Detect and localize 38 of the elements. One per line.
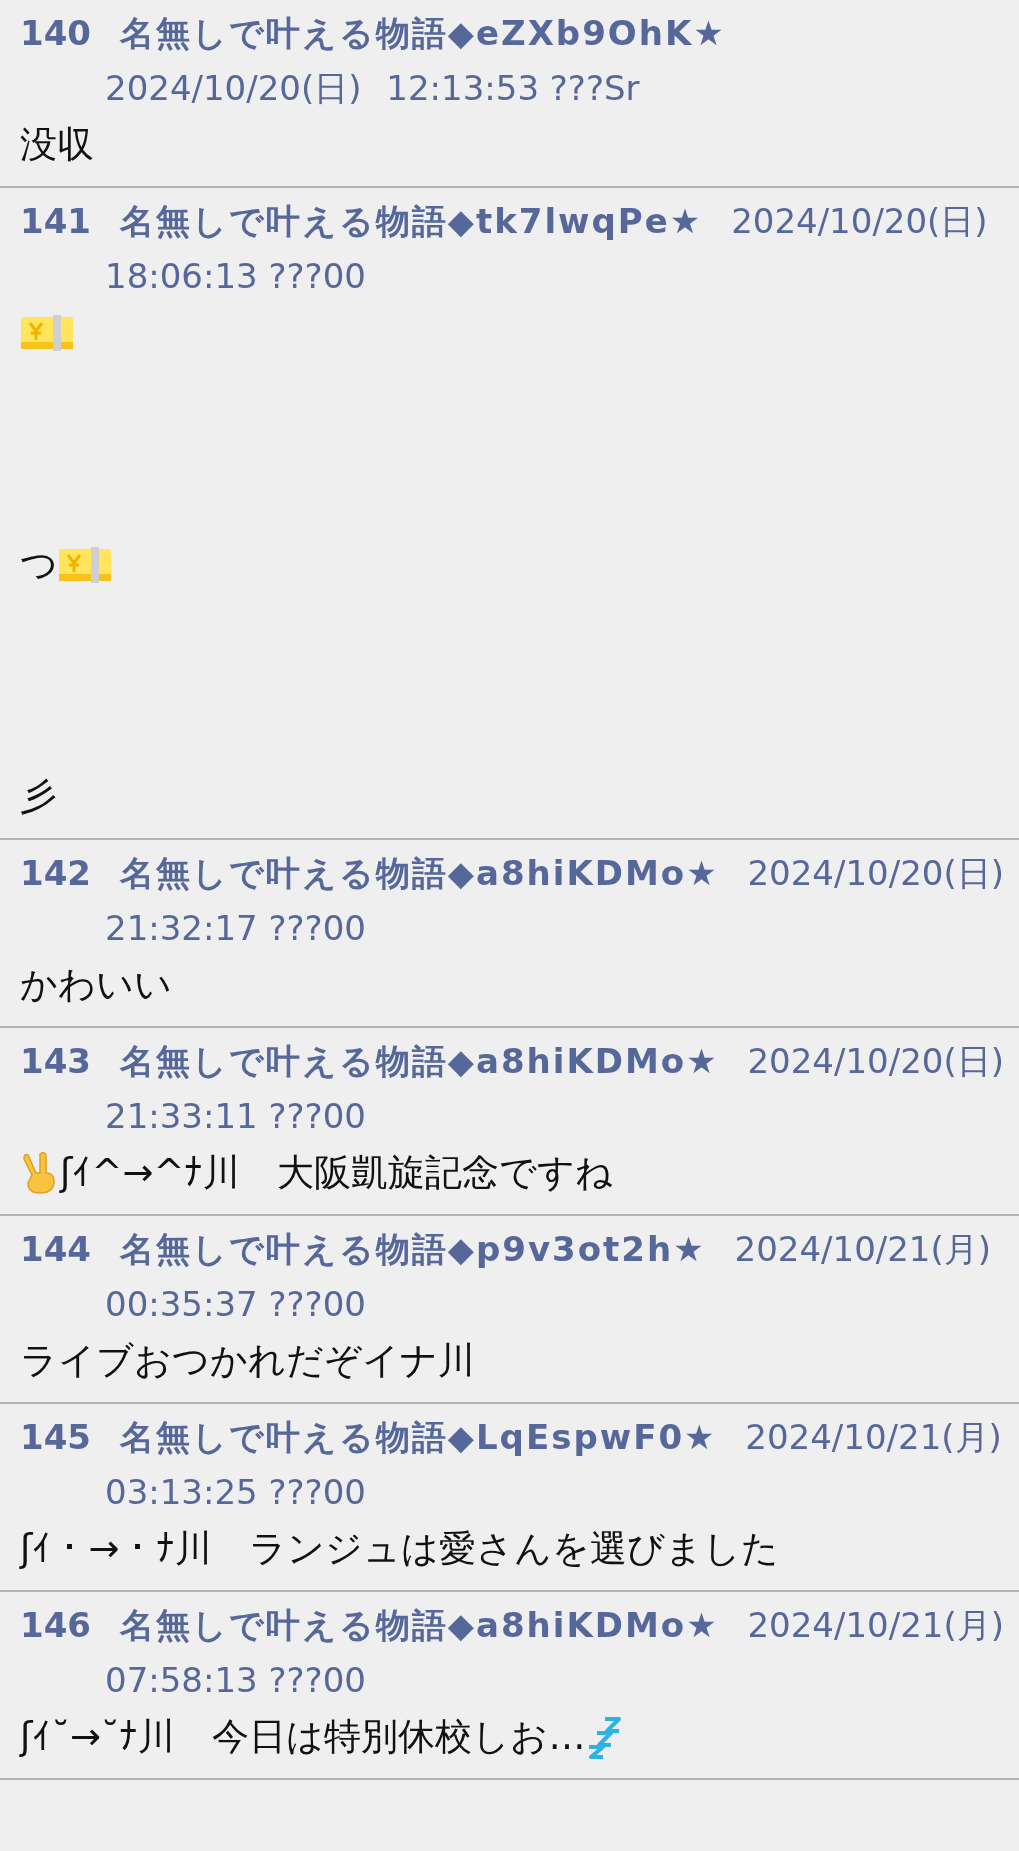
- post-text: 没収: [20, 122, 94, 168]
- post-number: 143: [20, 1041, 91, 1081]
- poster-name: 名無しで叶える物語◆tk7lwqPe★: [119, 201, 703, 241]
- post-text: 彡: [20, 774, 57, 820]
- post-number: 144: [20, 1229, 91, 1269]
- post-number: 142: [20, 853, 91, 893]
- post-number: 145: [20, 1417, 91, 1457]
- post-number: 146: [20, 1605, 91, 1645]
- post-time: 12:13:53 ???Sr: [386, 68, 640, 108]
- poster-name: 名無しで叶える物語◆eZXb9OhK★: [119, 13, 726, 53]
- post-text: ライブおつかれだぞイナ川: [20, 1338, 475, 1384]
- banknote-icon: [58, 545, 112, 585]
- post-date: 2024/10/21(月): [747, 1605, 1004, 1645]
- poster-name: 名無しで叶える物語◆p9v3ot2h★: [119, 1229, 706, 1269]
- post-time: 07:58:13 ???00: [105, 1660, 366, 1700]
- post-text: かわいい: [20, 962, 172, 1008]
- post-text: ʃｲ˘→˘ﾅ川 今日は特別休校しお…: [20, 1714, 586, 1760]
- post-time: 21:33:11 ???00: [105, 1096, 366, 1136]
- poster-name: 名無しで叶える物語◆a8hiKDMo★: [119, 1605, 719, 1645]
- post-date: 2024/10/21(月): [734, 1229, 992, 1269]
- post-date: 2024/10/20(日): [747, 1041, 1004, 1081]
- post-date: 2024/10/20(日): [731, 201, 988, 241]
- post-text: つ: [20, 542, 58, 588]
- poster-name: 名無しで叶える物語◆LqEspwF0★: [119, 1417, 717, 1457]
- post-number: 140: [20, 13, 91, 53]
- post-date: 2024/10/20(日): [105, 68, 362, 108]
- poster-name: 名無しで叶える物語◆a8hiKDMo★: [119, 853, 719, 893]
- post-time: 18:06:13 ???00: [105, 256, 366, 296]
- post-time: 03:13:25 ???00: [105, 1472, 366, 1512]
- post-date: 2024/10/20(日): [747, 853, 1004, 893]
- post-time: 00:35:37 ???00: [105, 1284, 366, 1324]
- post-number: 141: [20, 201, 91, 241]
- post-text: ʃｲ^→^ﾅ川 大阪凱旋記念ですね: [60, 1150, 614, 1196]
- post-text: ʃｲ・→・ﾅ川 ランジュは愛さんを選びました: [20, 1526, 780, 1572]
- poster-name: 名無しで叶える物語◆a8hiKDMo★: [119, 1041, 719, 1081]
- post-date: 2024/10/21(月): [745, 1417, 1002, 1457]
- post-time: 21:32:17 ???00: [105, 908, 366, 948]
- banknote-icon: [20, 313, 74, 353]
